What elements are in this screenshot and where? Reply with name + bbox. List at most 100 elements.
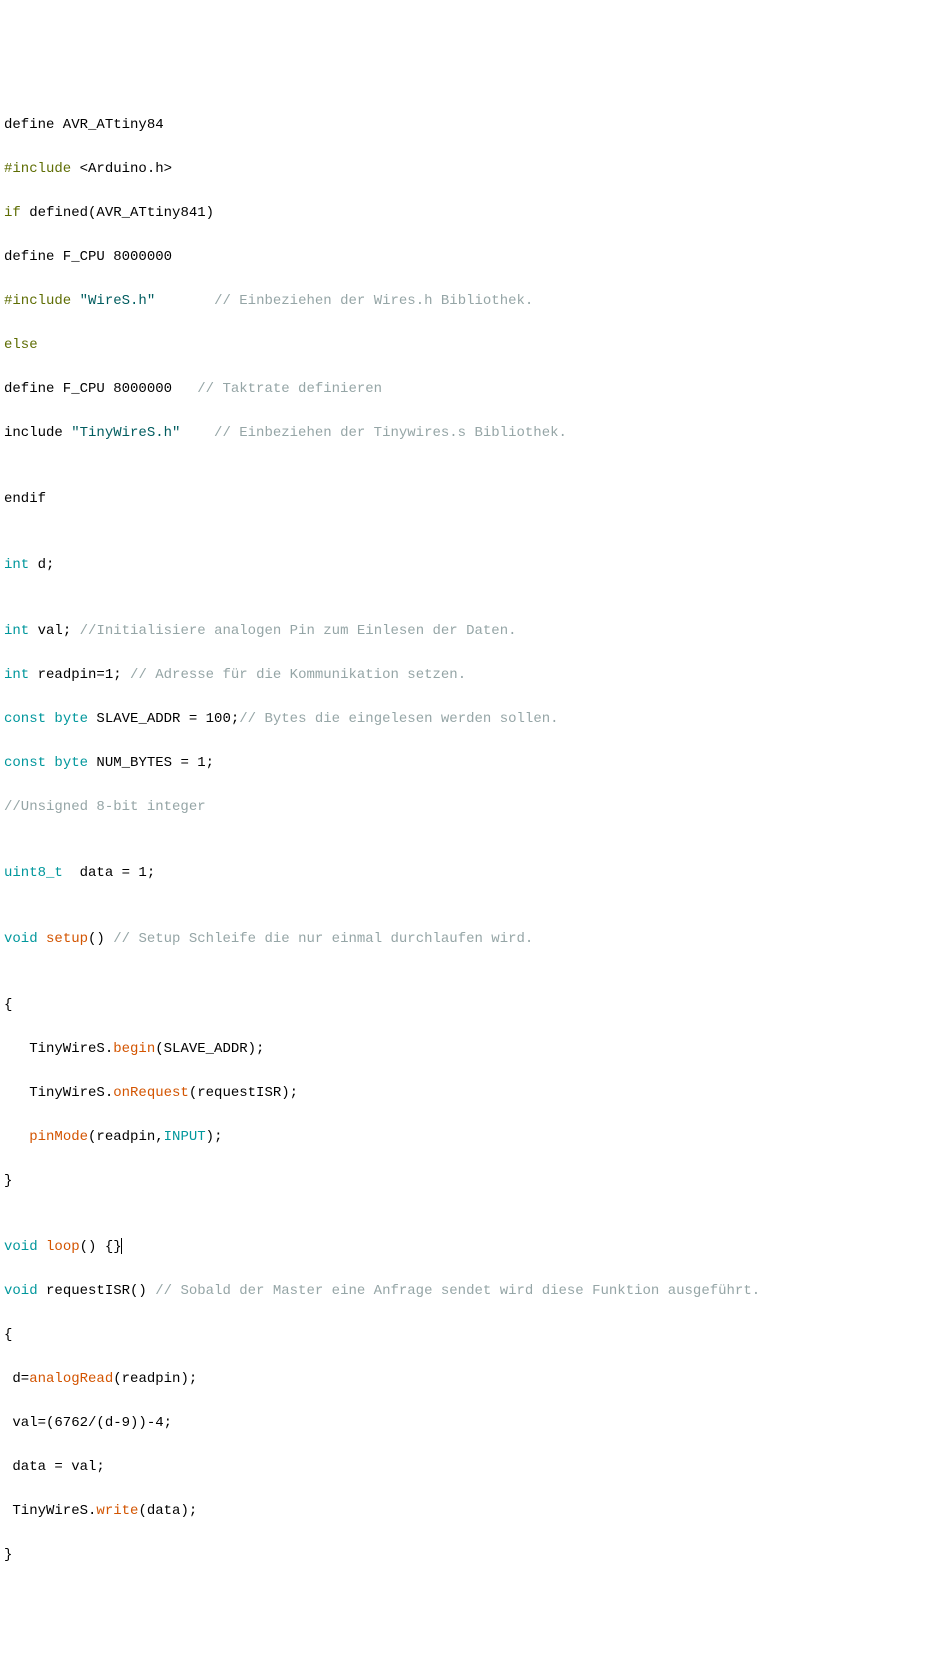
code-text: d=	[4, 1371, 29, 1387]
code-text: TinyWireS.	[4, 1041, 113, 1057]
code-line: define F_CPU 8000000	[4, 246, 936, 268]
code-line: include "TinyWireS.h" // Einbeziehen der…	[4, 422, 936, 444]
code-line: }	[4, 1170, 936, 1192]
code-text: }	[4, 1173, 12, 1189]
code-text: TinyWireS.	[4, 1503, 96, 1519]
code-text	[38, 1239, 46, 1255]
code-line: int val; //Initialisiere analogen Pin zu…	[4, 620, 936, 642]
code-text: define AVR_ATtiny84	[4, 117, 164, 133]
type-keyword: const	[4, 755, 46, 771]
code-text: (readpin,	[88, 1129, 164, 1145]
code-line: d=analogRead(readpin);	[4, 1368, 936, 1390]
code-line: const byte NUM_BYTES = 1;	[4, 752, 936, 774]
code-line: int d;	[4, 554, 936, 576]
comment: // Taktrate definieren	[197, 381, 382, 397]
code-text: (requestISR);	[189, 1085, 298, 1101]
comment: // Bytes die eingelesen werden sollen.	[239, 711, 558, 727]
code-text: ()	[88, 931, 113, 947]
type-keyword: void	[4, 1283, 38, 1299]
type-keyword: void	[4, 931, 38, 947]
code-line: val=(6762/(d-9))-4;	[4, 1412, 936, 1434]
type-keyword: int	[4, 557, 29, 573]
code-text: (SLAVE_ADDR);	[155, 1041, 264, 1057]
code-block: define AVR_ATtiny84 #include <Arduino.h>…	[4, 92, 936, 1588]
preprocessor-directive: else	[4, 337, 38, 353]
code-line: else	[4, 334, 936, 356]
code-line: #include <Arduino.h>	[4, 158, 936, 180]
preprocessor-directive: if	[4, 205, 21, 221]
code-line: {	[4, 994, 936, 1016]
type-keyword: byte	[54, 755, 88, 771]
code-text: {	[4, 1327, 12, 1343]
code-line: void requestISR() // Sobald der Master e…	[4, 1280, 936, 1302]
function-name: onRequest	[113, 1085, 189, 1101]
type-keyword: byte	[54, 711, 88, 727]
code-text	[180, 425, 214, 441]
code-text: val=(6762/(d-9))-4;	[4, 1415, 172, 1431]
code-line: {	[4, 1324, 936, 1346]
code-line: endif	[4, 488, 936, 510]
code-text: define F_CPU 8000000	[4, 249, 172, 265]
comment: //Initialisiere analogen Pin zum Einlese…	[80, 623, 517, 639]
code-line: TinyWireS.onRequest(requestISR);	[4, 1082, 936, 1104]
function-name: loop	[46, 1239, 80, 1255]
code-line: TinyWireS.begin(SLAVE_ADDR);	[4, 1038, 936, 1060]
function-name: analogRead	[29, 1371, 113, 1387]
comment: // Adresse für die Kommunikation setzen.	[130, 667, 466, 683]
code-text: data = val;	[4, 1459, 105, 1475]
type-keyword: const	[4, 711, 46, 727]
code-text: TinyWireS.	[4, 1085, 113, 1101]
code-text: val;	[29, 623, 79, 639]
function-name: pinMode	[29, 1129, 88, 1145]
preprocessor-directive: #include	[4, 161, 71, 177]
constant: INPUT	[164, 1129, 206, 1145]
type-keyword: int	[4, 623, 29, 639]
code-text: (data);	[138, 1503, 197, 1519]
code-text: data = 1;	[63, 865, 155, 881]
code-line: uint8_t data = 1;	[4, 862, 936, 884]
type-keyword: int	[4, 667, 29, 683]
comment: // Einbeziehen der Tinywires.s Bibliothe…	[214, 425, 567, 441]
code-line: int readpin=1; // Adresse für die Kommun…	[4, 664, 936, 686]
code-text: defined(AVR_ATtiny841)	[21, 205, 214, 221]
code-line: #include "WireS.h" // Einbeziehen der Wi…	[4, 290, 936, 312]
code-text	[4, 1129, 29, 1145]
code-line: TinyWireS.write(data);	[4, 1500, 936, 1522]
code-line: data = val;	[4, 1456, 936, 1478]
comment: //Unsigned 8-bit integer	[4, 799, 206, 815]
code-text	[155, 293, 214, 309]
string-literal: "WireS.h"	[80, 293, 156, 309]
code-line: define F_CPU 8000000 // Taktrate definie…	[4, 378, 936, 400]
code-text: <Arduino.h>	[71, 161, 172, 177]
text-cursor	[121, 1238, 122, 1254]
code-text: define F_CPU 8000000	[4, 381, 197, 397]
comment: // Setup Schleife die nur einmal durchla…	[113, 931, 533, 947]
code-line: //Unsigned 8-bit integer	[4, 796, 936, 818]
code-line: void setup() // Setup Schleife die nur e…	[4, 928, 936, 950]
string-literal: "TinyWireS.h"	[71, 425, 180, 441]
comment: // Sobald der Master eine Anfrage sendet…	[155, 1283, 760, 1299]
code-text	[71, 293, 79, 309]
code-line: define AVR_ATtiny84	[4, 114, 936, 136]
code-text: d;	[29, 557, 54, 573]
code-text: SLAVE_ADDR = 100;	[88, 711, 239, 727]
function-name: write	[96, 1503, 138, 1519]
comment: // Einbeziehen der Wires.h Bibliothek.	[214, 293, 533, 309]
code-text: NUM_BYTES = 1;	[88, 755, 214, 771]
code-text: readpin=1;	[29, 667, 130, 683]
code-text: () {}	[80, 1239, 122, 1255]
preprocessor-directive: #include	[4, 293, 71, 309]
code-line: }	[4, 1544, 936, 1566]
code-text: );	[206, 1129, 223, 1145]
code-line: void loop() {}	[4, 1236, 936, 1258]
code-text: include	[4, 425, 71, 441]
type-keyword: void	[4, 1239, 38, 1255]
function-name: setup	[46, 931, 88, 947]
code-text: }	[4, 1547, 12, 1563]
code-line: if defined(AVR_ATtiny841)	[4, 202, 936, 224]
code-text: requestISR()	[38, 1283, 156, 1299]
code-text: endif	[4, 491, 46, 507]
code-line: const byte SLAVE_ADDR = 100;// Bytes die…	[4, 708, 936, 730]
function-name: begin	[113, 1041, 155, 1057]
code-text: {	[4, 997, 12, 1013]
